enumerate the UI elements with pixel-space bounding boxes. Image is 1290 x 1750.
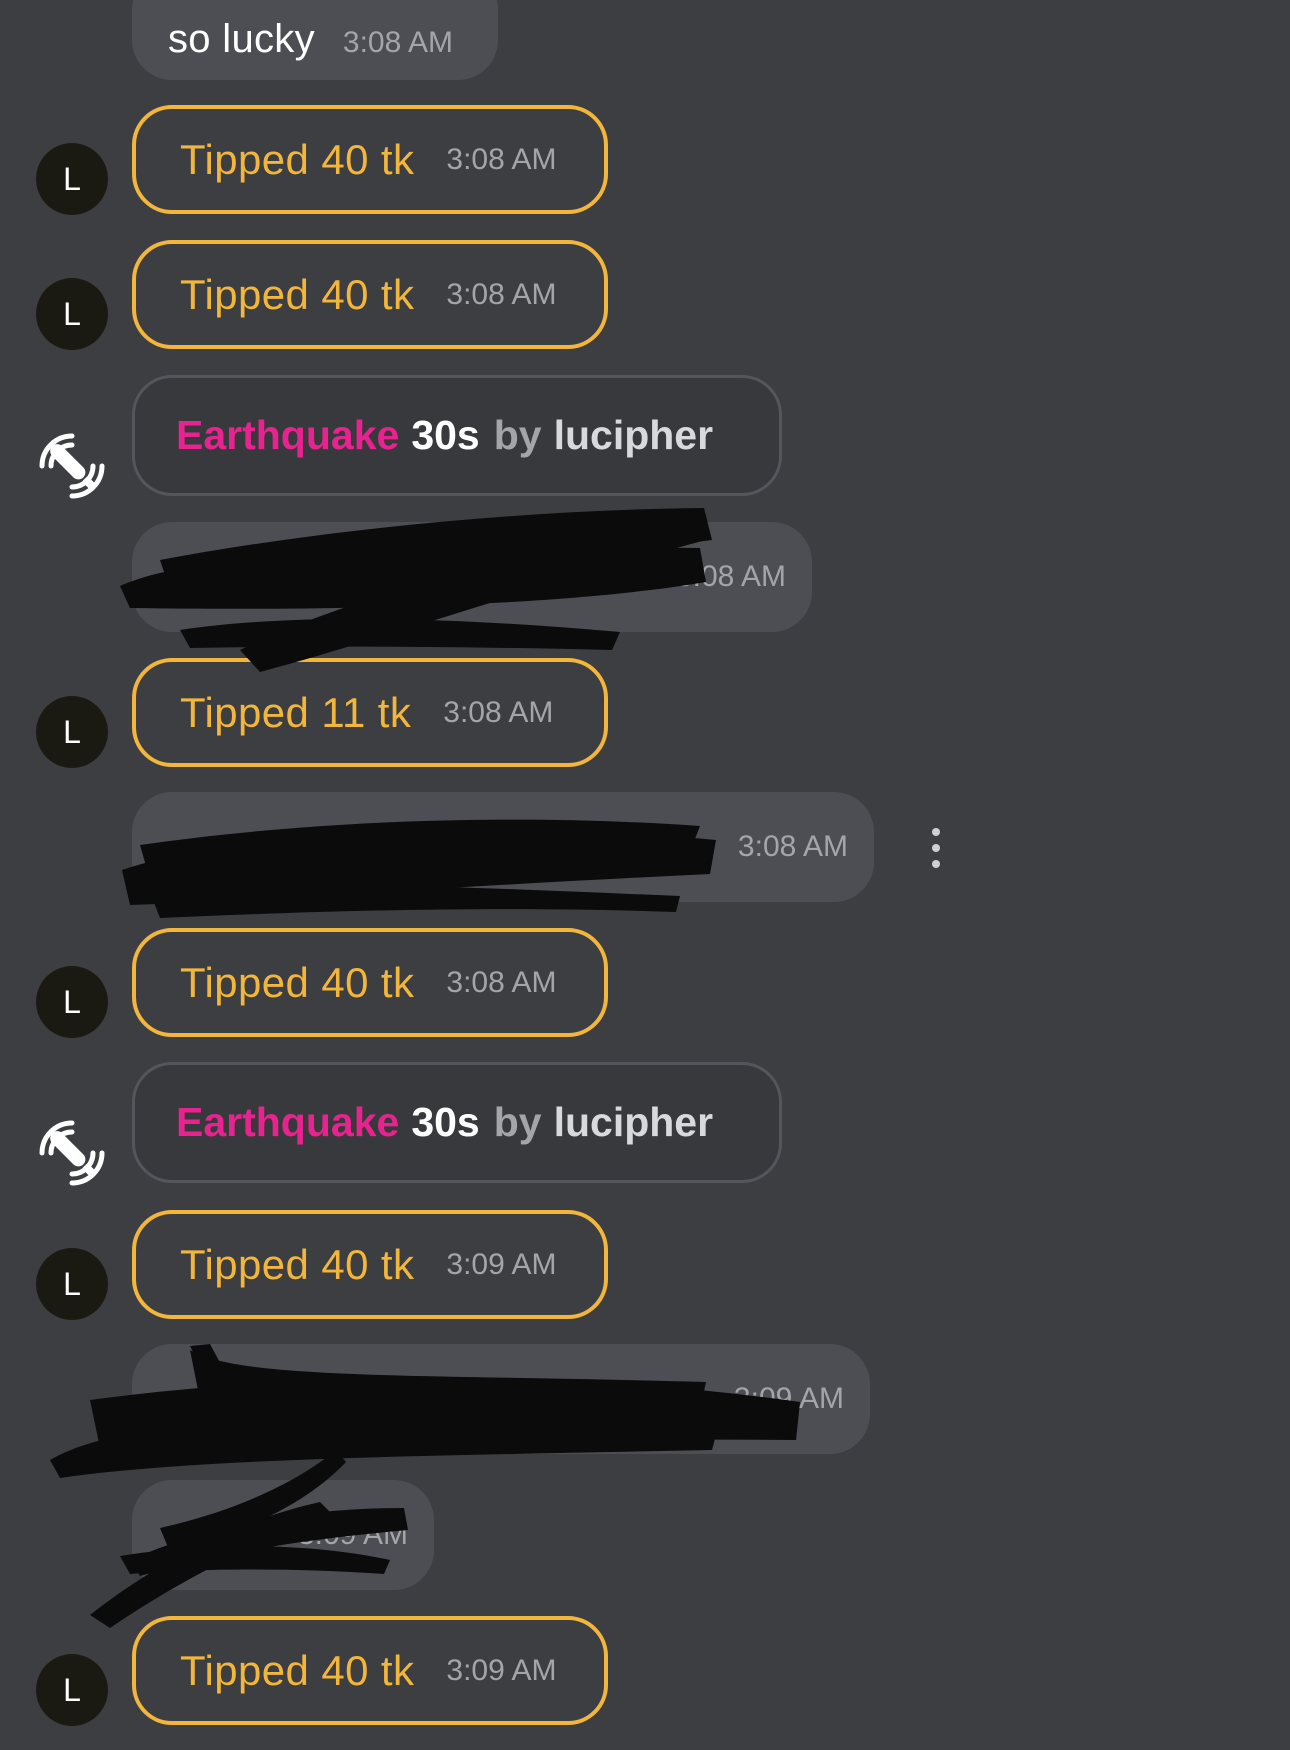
- message-time: 3:08 AM: [342, 26, 453, 59]
- message-bubble[interactable]: 3:09 AM: [132, 1344, 870, 1454]
- tip-text: Tipped 40 tk: [180, 958, 415, 1006]
- avatar[interactable]: L: [36, 278, 108, 350]
- tip-text: Tipped 40 tk: [180, 1646, 415, 1694]
- chat-feed[interactable]: so lucky 3:08 AM L Tipped 40 tk 3:08 AM …: [0, 0, 1290, 1750]
- tip-time: 3:08 AM: [443, 695, 554, 729]
- tip-bubble[interactable]: Tipped 40 tk 3:09 AM: [132, 1210, 608, 1319]
- message-bubble[interactable]: 3:08 AM: [132, 792, 874, 902]
- event-by: by: [493, 412, 542, 458]
- tip-text: Tipped 40 tk: [180, 1240, 415, 1288]
- vibrator-icon: [39, 433, 105, 499]
- message-bubble[interactable]: 3:09 AM: [132, 1480, 434, 1590]
- tip-text: Tipped 40 tk: [180, 270, 415, 318]
- tip-bubble[interactable]: Tipped 40 tk 3:08 AM: [132, 928, 608, 1037]
- more-vertical-icon[interactable]: [926, 826, 946, 870]
- event-user: lucipher: [553, 1099, 714, 1145]
- avatar[interactable]: L: [36, 696, 108, 768]
- event-bubble[interactable]: Earthquake 30s by lucipher: [132, 1062, 782, 1183]
- event-by: by: [493, 1099, 542, 1145]
- tip-time: 3:09 AM: [446, 1653, 557, 1687]
- event-duration: 30s: [411, 412, 480, 458]
- avatar[interactable]: L: [36, 1248, 108, 1320]
- vibrator-icon: [39, 1120, 105, 1186]
- avatar[interactable]: L: [36, 143, 108, 215]
- tip-bubble[interactable]: Tipped 40 tk 3:09 AM: [132, 1616, 608, 1725]
- message-time: 3:09 AM: [733, 1382, 844, 1415]
- avatar[interactable]: L: [36, 966, 108, 1038]
- tip-time: 3:08 AM: [446, 965, 557, 999]
- avatar[interactable]: L: [36, 1654, 108, 1726]
- message-bubble[interactable]: so lucky 3:08 AM: [132, 0, 498, 80]
- message-time: 3:09 AM: [297, 1518, 408, 1551]
- tip-time: 3:08 AM: [446, 277, 557, 311]
- tip-time: 3:09 AM: [446, 1247, 557, 1281]
- message-time: 3:08 AM: [737, 830, 848, 863]
- tip-time: 3:08 AM: [446, 142, 557, 176]
- tip-bubble[interactable]: Tipped 40 tk 3:08 AM: [132, 105, 608, 214]
- event-user: lucipher: [553, 412, 714, 458]
- tip-text: Tipped 11 tk: [180, 688, 412, 736]
- tip-bubble[interactable]: Tipped 40 tk 3:08 AM: [132, 240, 608, 349]
- tip-bubble[interactable]: Tipped 11 tk 3:08 AM: [132, 658, 608, 767]
- tip-text: Tipped 40 tk: [180, 135, 415, 183]
- event-name: Earthquake: [176, 412, 400, 458]
- event-bubble[interactable]: Earthquake 30s by lucipher: [132, 375, 782, 496]
- event-name: Earthquake: [176, 1099, 400, 1145]
- event-duration: 30s: [411, 1099, 480, 1145]
- message-text: so lucky: [168, 16, 315, 61]
- message-bubble[interactable]: 3:08 AM: [132, 522, 812, 632]
- message-time: 3:08 AM: [675, 560, 786, 593]
